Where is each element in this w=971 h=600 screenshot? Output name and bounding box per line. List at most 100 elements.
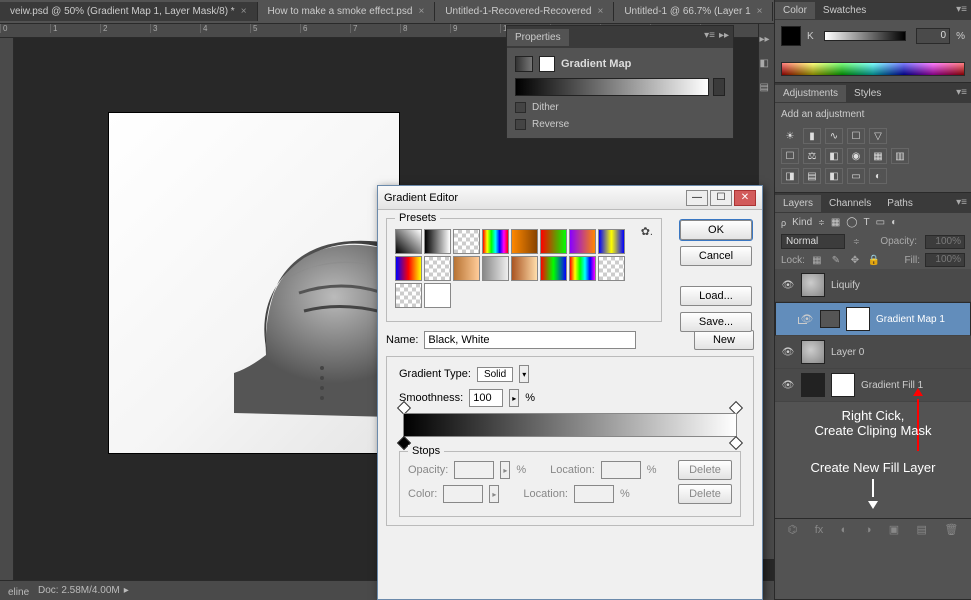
gradient-map-icon[interactable]: ▭ — [847, 168, 865, 184]
link-icon[interactable]: ⌬ — [788, 523, 798, 536]
name-input[interactable] — [424, 331, 636, 349]
layer-thumb[interactable] — [801, 273, 825, 297]
visibility-icon[interactable]: 👁 — [781, 378, 795, 392]
preset-swatch[interactable] — [482, 256, 509, 281]
tab-paths[interactable]: Paths — [879, 195, 921, 212]
layer-name[interactable]: Layer 0 — [831, 347, 864, 358]
reverse-checkbox[interactable]: Reverse — [515, 119, 725, 130]
delete-button[interactable]: Delete — [678, 460, 732, 480]
tab-styles[interactable]: Styles — [846, 85, 889, 102]
doc-tab-2[interactable]: How to make a smoke effect.psd× — [258, 2, 436, 21]
new-layer-icon[interactable]: ▤ — [917, 523, 927, 536]
fill-thumb[interactable] — [801, 373, 825, 397]
panel-menu-icon[interactable]: ▾≡ — [956, 87, 967, 98]
panel-menu-icon[interactable]: ▾≡ — [956, 197, 967, 208]
maximize-button[interactable]: ☐ — [710, 190, 732, 206]
preset-swatch[interactable] — [453, 229, 480, 254]
preset-swatch[interactable] — [395, 256, 422, 281]
fill-adj-icon[interactable]: ◑ — [865, 524, 872, 536]
layer-name[interactable]: Gradient Map 1 — [876, 314, 945, 325]
stop-location-input[interactable] — [601, 461, 641, 479]
filter-shape-icon[interactable]: ▭ — [876, 217, 885, 228]
filter-smart-icon[interactable]: ◐ — [891, 217, 897, 228]
layer-thumb[interactable] — [801, 340, 825, 364]
brightness-icon[interactable]: ☀ — [781, 128, 799, 144]
preset-swatch[interactable] — [395, 283, 422, 308]
layer-row-selected[interactable]: 👁 Gradient Map 1 — [775, 302, 971, 336]
levels-icon[interactable]: ▮ — [803, 128, 821, 144]
photo-filter-icon[interactable]: ◉ — [847, 148, 865, 164]
dialog-titlebar[interactable]: Gradient Editor — ☐ ✕ — [378, 186, 762, 210]
stop-color-swatch[interactable] — [443, 485, 483, 503]
panel-icon[interactable]: ▤ — [760, 82, 774, 96]
visibility-icon[interactable]: 👁 — [800, 312, 814, 326]
panel-collapse-icon[interactable]: ▸▸ — [719, 30, 729, 41]
filter-pixel-icon[interactable]: ▦ — [831, 217, 840, 228]
hue-icon[interactable]: ☐ — [781, 148, 799, 164]
invert-icon[interactable]: ◨ — [781, 168, 799, 184]
delete-button[interactable]: Delete — [678, 484, 732, 504]
k-slider[interactable] — [824, 31, 906, 41]
fx-icon[interactable]: fx — [815, 524, 824, 536]
preset-swatch[interactable] — [453, 256, 480, 281]
layer-row[interactable]: 👁 Gradient Fill 1 — [775, 369, 971, 402]
layer-name[interactable]: Liquify — [831, 280, 860, 291]
panel-menu-icon[interactable]: ▾≡ — [704, 30, 715, 41]
lock-move-icon[interactable]: ✥ — [848, 253, 862, 267]
dropdown-icon[interactable]: ▾ — [519, 365, 529, 383]
load-button[interactable]: Load... — [680, 286, 752, 306]
blend-mode-select[interactable]: Normal — [781, 234, 845, 249]
ok-button[interactable]: OK — [680, 220, 752, 240]
smoothness-input[interactable] — [469, 389, 503, 407]
opacity-stop[interactable] — [731, 403, 741, 413]
gtype-select[interactable]: Solid — [477, 367, 513, 382]
history-icon[interactable]: ▸▸ — [760, 34, 774, 48]
bw-icon[interactable]: ◧ — [825, 148, 843, 164]
tab-swatches[interactable]: Swatches — [815, 2, 874, 19]
posterize-icon[interactable]: ▤ — [803, 168, 821, 184]
spinner-icon[interactable]: ▸ — [500, 461, 510, 479]
doc-tab-1[interactable]: veiw.psd @ 50% (Gradient Map 1, Layer Ma… — [0, 2, 258, 21]
selective-icon[interactable]: ◐ — [869, 168, 887, 184]
mixer-icon[interactable]: ▦ — [869, 148, 887, 164]
color-picker-icon[interactable]: ▸ — [489, 485, 499, 503]
ruler-vertical[interactable] — [0, 38, 14, 580]
gradient-preview[interactable] — [515, 78, 709, 96]
vibrance-icon[interactable]: ▽ — [869, 128, 887, 144]
group-icon[interactable]: ▣ — [889, 523, 899, 536]
doc-tab-4[interactable]: Untitled-1 @ 66.7% (Layer 1× — [614, 2, 773, 21]
chevron-right-icon[interactable]: ▸ — [124, 585, 129, 596]
trash-icon[interactable]: 🗑 — [944, 523, 958, 536]
mask-icon[interactable] — [539, 56, 555, 72]
filter-adj-icon[interactable]: ◯ — [846, 217, 857, 228]
dither-checkbox[interactable]: Dither — [515, 102, 725, 113]
visibility-icon[interactable]: 👁 — [781, 345, 795, 359]
threshold-icon[interactable]: ◧ — [825, 168, 843, 184]
preset-swatch[interactable] — [511, 256, 538, 281]
tab-channels[interactable]: Channels — [821, 195, 879, 212]
close-icon[interactable]: × — [241, 6, 247, 17]
document-canvas[interactable] — [109, 113, 399, 453]
gradient-ramp[interactable] — [403, 413, 737, 437]
lock-trans-icon[interactable]: ▦ — [810, 253, 824, 267]
minimize-button[interactable]: — — [686, 190, 708, 206]
fill-input[interactable]: 100% — [925, 253, 965, 267]
stop-location-input[interactable] — [574, 485, 614, 503]
close-button[interactable]: ✕ — [734, 190, 756, 206]
balance-icon[interactable]: ⚖ — [803, 148, 821, 164]
lock-all-icon[interactable]: 🔒 — [867, 253, 881, 267]
color-stop[interactable] — [731, 438, 741, 448]
spinner-icon[interactable]: ▸ — [509, 389, 519, 407]
curves-icon[interactable]: ∿ — [825, 128, 843, 144]
adj-thumb[interactable] — [820, 310, 840, 328]
tab-layers[interactable]: Layers — [775, 195, 821, 212]
preset-swatch[interactable] — [395, 229, 422, 254]
lookup-icon[interactable]: ▥ — [891, 148, 909, 164]
preset-swatch[interactable] — [424, 229, 451, 254]
preset-swatch[interactable] — [511, 229, 538, 254]
preset-swatch[interactable] — [569, 229, 596, 254]
preset-swatch[interactable] — [424, 256, 451, 281]
tab-properties[interactable]: Properties — [507, 29, 569, 46]
new-button[interactable]: New — [694, 330, 754, 350]
close-icon[interactable]: × — [597, 6, 603, 17]
